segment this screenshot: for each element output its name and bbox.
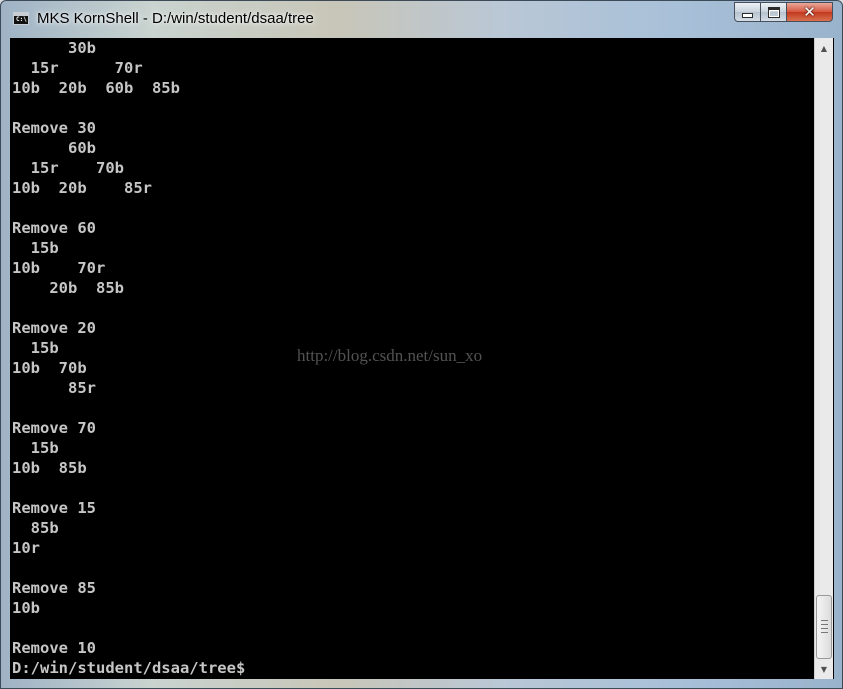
console-line: 10b 85b <box>12 459 87 477</box>
console-output[interactable]: 30b 15r 70r 10b 20b 60b 85b Remove 30 60… <box>10 38 813 679</box>
console-line: 15r 70b <box>12 159 124 177</box>
console-line: 10r <box>12 539 40 557</box>
scroll-up-button[interactable]: ▲ <box>815 39 833 57</box>
minimize-icon <box>742 13 753 18</box>
watermark: http://blog.csdn.net/sun_xo <box>297 346 483 365</box>
console-line: Remove 85 <box>12 579 96 597</box>
console-line: 10b 20b 85r <box>12 179 152 197</box>
minimize-button[interactable] <box>734 2 761 22</box>
title-bar[interactable]: C:\ MKS KornShell - D:/win/student/dsaa/… <box>1 1 842 37</box>
vertical-scrollbar[interactable]: ▲ ▼ <box>814 38 833 679</box>
grip-line <box>821 628 828 629</box>
grip-line <box>821 620 828 621</box>
console-line: Remove 10 <box>12 639 96 657</box>
console-line: 30b <box>12 39 96 57</box>
console-window: C:\ MKS KornShell - D:/win/student/dsaa/… <box>0 0 843 689</box>
console-line: 15r 70r <box>12 59 143 77</box>
console-line: 85r <box>12 379 96 397</box>
scroll-thumb[interactable] <box>816 595 832 659</box>
console-line: 10b <box>12 599 40 617</box>
console-icon-label: C:\ <box>16 16 27 23</box>
caption-buttons: ✕ <box>734 2 833 22</box>
console-line: 10b 70r <box>12 259 106 277</box>
console-line: 15b <box>12 439 59 457</box>
console-line: 15b <box>12 339 59 357</box>
down-arrow-icon: ▼ <box>820 664 828 674</box>
console-line: Remove 15 <box>12 499 96 517</box>
grip-line <box>821 624 828 625</box>
console-line: Remove 70 <box>12 419 96 437</box>
maximize-icon <box>767 6 780 18</box>
console-prompt[interactable]: D:/win/student/dsaa/tree$ <box>12 658 245 678</box>
up-arrow-icon: ▲ <box>820 43 828 53</box>
scroll-down-button[interactable]: ▼ <box>815 660 833 678</box>
console-line: 20b 85b <box>12 279 124 297</box>
console-icon[interactable]: C:\ <box>13 12 29 25</box>
console-line: 85b <box>12 519 59 537</box>
console-line: Remove 60 <box>12 219 96 237</box>
console-line: 15b <box>12 239 59 257</box>
close-icon: ✕ <box>803 2 816 21</box>
console-line: 10b 20b 60b 85b <box>12 79 180 97</box>
maximize-button[interactable] <box>761 2 787 22</box>
grip-line <box>821 632 828 633</box>
close-button[interactable]: ✕ <box>787 2 833 22</box>
console-line: 10b 70b <box>12 359 87 377</box>
console-line: Remove 30 <box>12 119 96 137</box>
console-client-area[interactable]: 30b 15r 70r 10b 20b 60b 85b Remove 30 60… <box>10 38 834 679</box>
console-line: 60b <box>12 139 96 157</box>
console-line: Remove 20 <box>12 319 96 337</box>
window-title: MKS KornShell - D:/win/student/dsaa/tree <box>37 10 314 27</box>
